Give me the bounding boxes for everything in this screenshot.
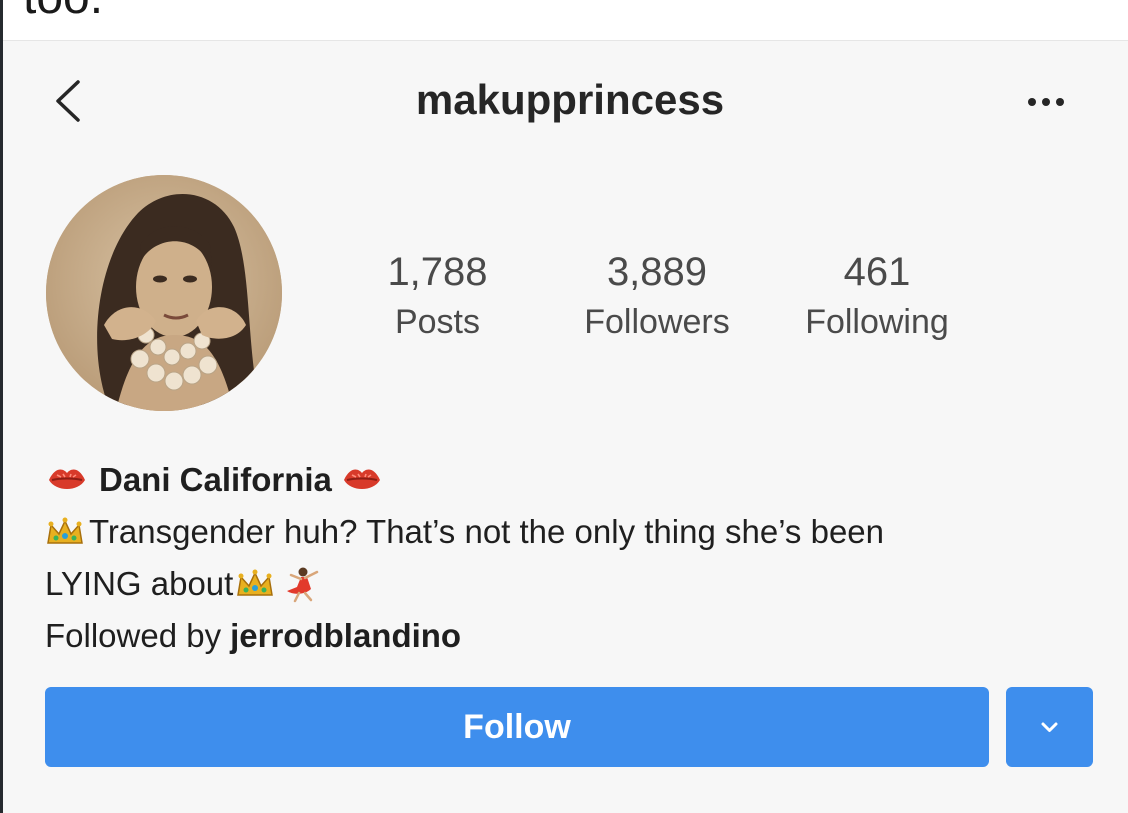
following-value: 461 bbox=[843, 250, 911, 294]
bio-name-line: Dani California bbox=[45, 454, 1105, 506]
posts-value: 1,788 bbox=[387, 250, 488, 294]
cropped-text: too. bbox=[23, 0, 103, 25]
follow-button-label: Follow bbox=[463, 708, 571, 746]
chevron-left-icon bbox=[56, 80, 80, 122]
followed-by-username[interactable]: jerrodblandino bbox=[230, 613, 461, 659]
chevron-down-icon bbox=[1041, 722, 1058, 732]
bio-text-line-1: Transgender huh? That’s not the only thi… bbox=[45, 506, 1105, 558]
more-horizontal-icon bbox=[1028, 98, 1064, 106]
followers-value: 3,889 bbox=[606, 250, 708, 294]
profile-display-name: Dani California bbox=[99, 461, 332, 498]
back-button[interactable] bbox=[50, 78, 90, 124]
follow-button[interactable]: Follow bbox=[45, 687, 989, 767]
more-options-button[interactable] bbox=[1024, 84, 1072, 114]
suggested-accounts-dropdown-button[interactable] bbox=[1006, 687, 1093, 767]
bio-text-line-2: LYING about bbox=[45, 558, 1105, 610]
profile-bio: Dani California Transgender huh? That’s … bbox=[45, 454, 1105, 662]
posts-label: Posts bbox=[394, 303, 481, 341]
followed-by-prefix: Followed by bbox=[45, 617, 222, 654]
following-label: Following bbox=[805, 303, 949, 341]
lips-icon bbox=[49, 469, 85, 489]
profile-username: makupprincess bbox=[415, 76, 725, 123]
followed-by-line[interactable]: Followed by jerrodblandino bbox=[45, 610, 1105, 662]
bio-text: LYING about bbox=[45, 565, 234, 602]
followers-label: Followers bbox=[584, 303, 730, 341]
following-count[interactable]: 461 Following bbox=[788, 250, 966, 342]
profile-photo bbox=[46, 175, 282, 411]
posts-count[interactable]: 1,788 Posts bbox=[370, 250, 505, 342]
crown-icon bbox=[47, 517, 83, 544]
profile-avatar[interactable] bbox=[46, 175, 282, 411]
previous-content-strip: too. bbox=[3, 0, 1128, 40]
lips-icon bbox=[343, 469, 380, 489]
crown-icon bbox=[237, 569, 274, 596]
bio-text: Transgender huh? That’s not the only thi… bbox=[89, 513, 885, 550]
followers-count[interactable]: 3,889 Followers bbox=[568, 250, 746, 342]
dancer-icon bbox=[287, 567, 319, 603]
